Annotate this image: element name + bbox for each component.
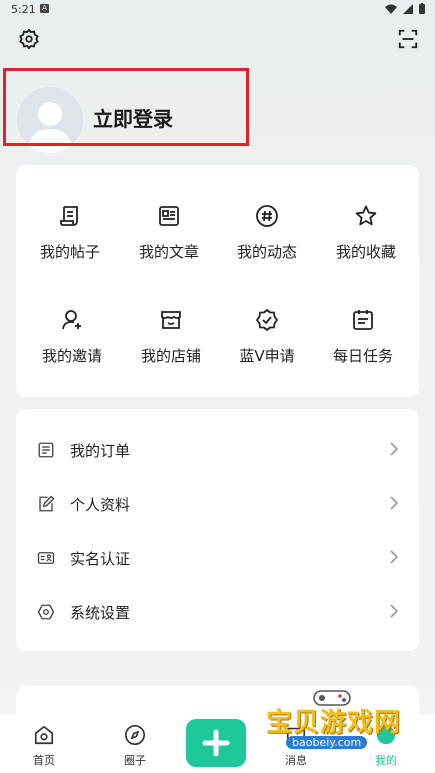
menu-item-label: 我的订单 <box>70 441 131 460</box>
shortcut-grid-card: 我的帖子 我的文章 我的动态 我的收藏 我的邀请 我的店铺 蓝V申请 每日任务 <box>16 165 419 397</box>
wifi-icon <box>385 4 397 14</box>
hashtag-icon <box>256 205 278 227</box>
menu-item-label: 系统设置 <box>70 603 131 622</box>
edit-doc-icon <box>39 495 55 512</box>
home-icon <box>34 725 54 745</box>
grid-label: 我的邀请 <box>41 347 102 365</box>
status-time: 5:21 <box>11 3 36 16</box>
store-icon <box>161 311 181 329</box>
plus-icon <box>202 729 230 757</box>
menu-item-my-orders[interactable]: 我的订单 <box>16 423 419 477</box>
order-icon <box>38 442 54 458</box>
chevron-right-icon <box>390 442 399 456</box>
settings-button[interactable] <box>16 26 42 52</box>
grid-item-my-store[interactable]: 我的店铺 <box>121 305 221 366</box>
grid-item-daily-tasks[interactable]: 每日任务 <box>313 305 413 366</box>
grid-label: 每日任务 <box>332 347 393 365</box>
grid-label: 蓝V申请 <box>239 347 295 365</box>
grid-item-blue-v-apply[interactable]: 蓝V申请 <box>217 305 317 366</box>
menu-item-system-settings[interactable]: 系统设置 <box>16 585 419 639</box>
compass-icon <box>125 725 145 745</box>
tab-circle[interactable]: 圈子 <box>105 722 165 768</box>
menu-item-profile[interactable]: 个人资料 <box>16 477 419 531</box>
chevron-right-icon <box>390 550 399 564</box>
grid-label: 我的店铺 <box>140 347 201 365</box>
notification-icon: A <box>40 4 49 13</box>
scan-button[interactable] <box>395 26 421 52</box>
signal-icon <box>403 3 413 14</box>
grid-label: 我的收藏 <box>335 243 396 261</box>
menu-item-label: 实名认证 <box>70 549 131 568</box>
chevron-right-icon <box>390 496 399 510</box>
menu-list-card: 我的订单 个人资料 实名认证 系统设置 <box>16 409 419 651</box>
grid-label: 我的文章 <box>138 243 199 261</box>
badge-check-icon <box>256 309 278 331</box>
star-icon <box>355 205 377 226</box>
watermark-url: baobeiy.com <box>286 736 368 749</box>
grid-item-my-activity[interactable]: 我的动态 <box>217 201 317 262</box>
login-highlight-box <box>3 68 249 146</box>
id-card-icon <box>37 552 55 564</box>
chevron-right-icon <box>390 604 399 618</box>
grid-item-my-invites[interactable]: 我的邀请 <box>22 305 122 366</box>
grid-item-my-favorites[interactable]: 我的收藏 <box>316 201 416 262</box>
scan-icon <box>398 29 418 49</box>
grid-item-my-articles[interactable]: 我的文章 <box>119 201 219 262</box>
user-add-icon <box>62 310 81 330</box>
grid-label: 我的帖子 <box>39 243 100 261</box>
grid-item-my-posts[interactable]: 我的帖子 <box>20 201 120 262</box>
status-bar: 5:21 A <box>0 0 435 20</box>
watermark-title: 宝贝游戏网 <box>266 708 402 738</box>
menu-item-real-name-verification[interactable]: 实名认证 <box>16 531 419 585</box>
gear-icon <box>19 28 39 50</box>
scroll-icon <box>60 206 78 226</box>
tab-home[interactable]: 首页 <box>14 722 74 768</box>
article-icon <box>159 206 179 226</box>
battery-icon <box>419 3 425 14</box>
tab-label: 首页 <box>33 754 55 767</box>
grid-label: 我的动态 <box>236 243 297 261</box>
watermark: 宝贝游戏网 baobeiy.com <box>266 688 416 758</box>
tab-label: 圈子 <box>124 754 146 767</box>
hexagon-settings-icon <box>37 604 55 620</box>
status-icons <box>385 3 425 14</box>
menu-item-label: 个人资料 <box>70 495 131 514</box>
calendar-list-icon <box>353 310 373 330</box>
add-button[interactable] <box>186 719 246 767</box>
